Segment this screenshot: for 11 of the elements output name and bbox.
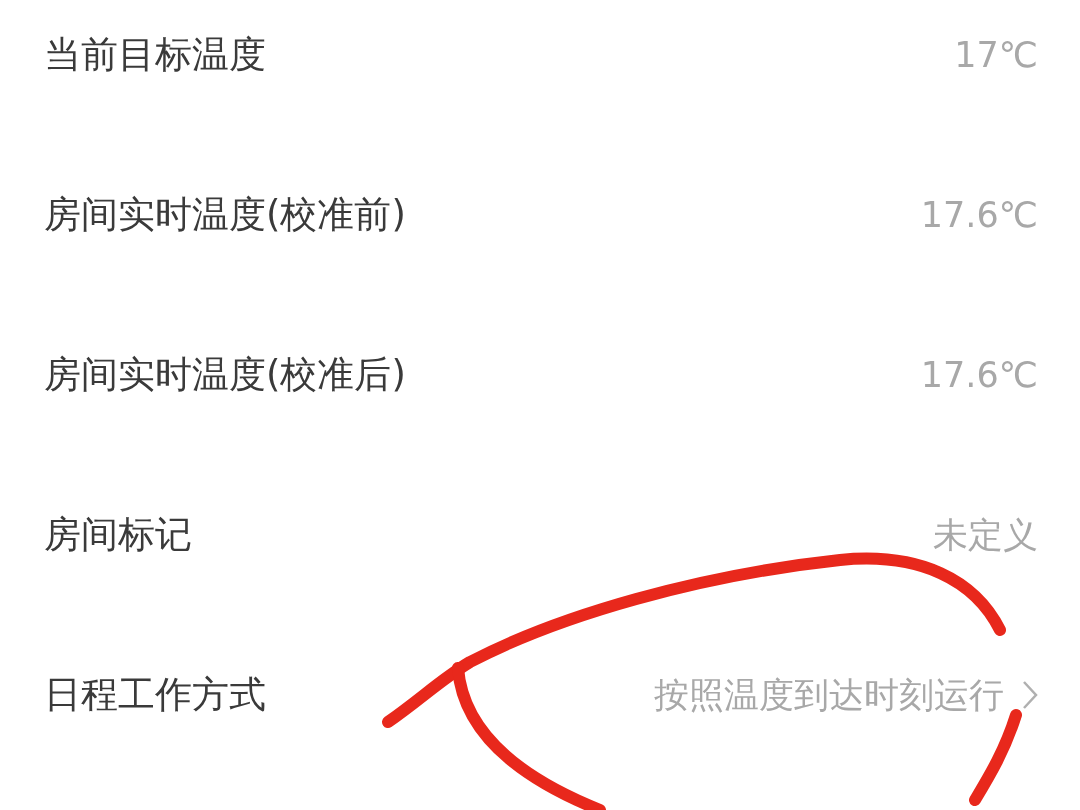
setting-value: 17.6℃ (920, 355, 1038, 395)
setting-label: 房间实时温度(校准后) (44, 352, 406, 398)
setting-value: 17.6℃ (920, 195, 1038, 235)
setting-label: 房间实时温度(校准前) (44, 192, 406, 238)
setting-label: 当前目标温度 (44, 32, 266, 78)
setting-label: 日程工作方式 (44, 672, 266, 718)
setting-value: 17℃ (954, 35, 1038, 75)
setting-value: 未定义 (933, 513, 1038, 557)
chevron-right-icon[interactable] (1022, 680, 1038, 710)
setting-value[interactable]: 按照温度到达时刻运行 (654, 671, 1004, 719)
setting-label: 房间标记 (44, 512, 192, 558)
